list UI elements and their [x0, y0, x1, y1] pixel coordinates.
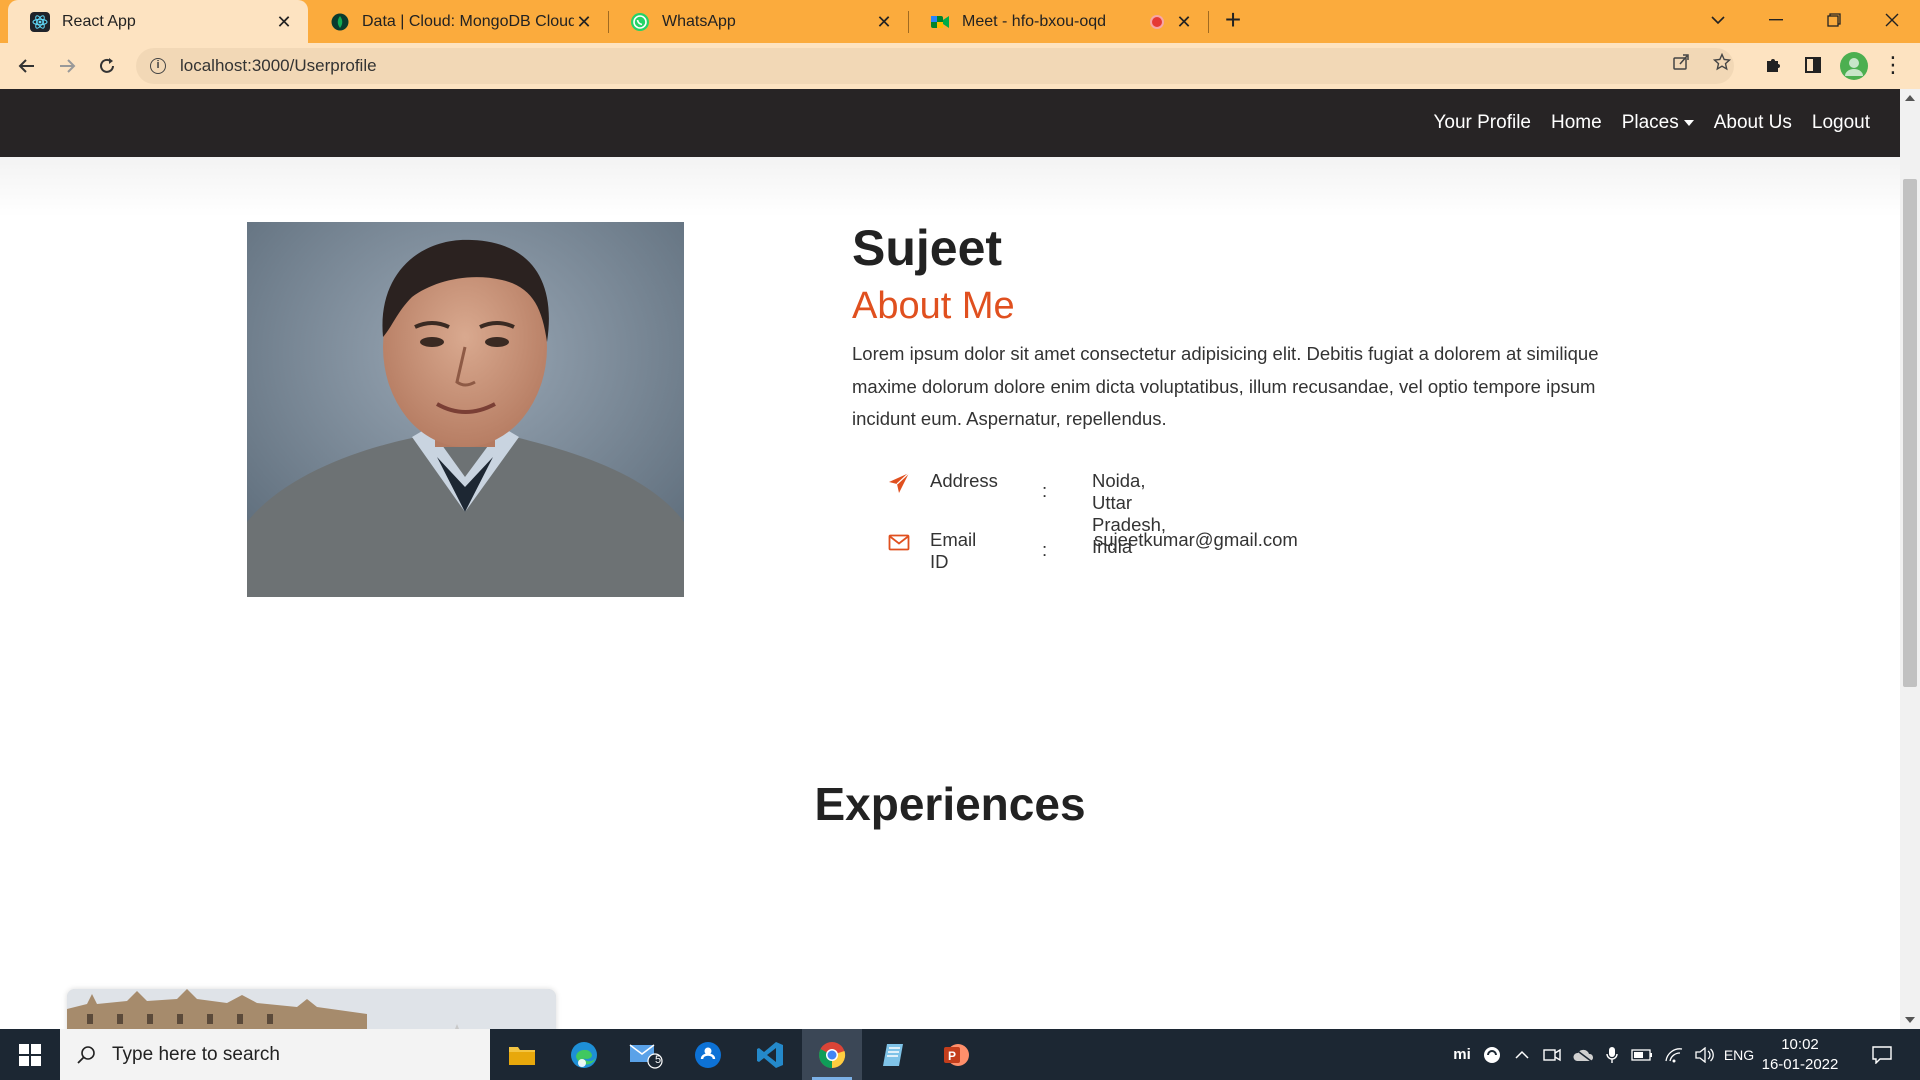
mongodb-leaf-icon	[330, 12, 350, 32]
close-tab-icon[interactable]: ✕	[574, 12, 594, 32]
clock-date: 16-01-2022	[1761, 1056, 1839, 1073]
show-hidden-icons-chevron-icon[interactable]	[1508, 1029, 1536, 1080]
navbar-shadow	[0, 157, 1900, 217]
close-tab-icon[interactable]: ✕	[274, 12, 294, 32]
microphone-icon[interactable]	[1600, 1029, 1624, 1080]
caret-down-icon	[1683, 120, 1694, 126]
edge-browser-icon[interactable]	[554, 1029, 614, 1080]
close-tab-icon[interactable]: ✕	[1174, 12, 1194, 32]
extensions-puzzle-icon[interactable]	[1760, 52, 1786, 78]
reload-button[interactable]	[92, 51, 122, 81]
email-label: Email ID	[930, 529, 977, 572]
tab-title: React App	[62, 12, 136, 30]
sync-app-icon[interactable]	[1478, 1029, 1506, 1080]
notepad-icon[interactable]	[864, 1029, 924, 1080]
powerpoint-icon[interactable]: P	[926, 1029, 986, 1080]
side-panel-icon[interactable]	[1800, 52, 1826, 78]
nav-places-label: Places	[1621, 112, 1679, 133]
file-explorer-icon[interactable]	[492, 1029, 552, 1080]
nav-about-us[interactable]: About Us	[1714, 112, 1792, 134]
tab-search-chevron-icon[interactable]	[1690, 0, 1746, 40]
nav-places-dropdown[interactable]: Places	[1622, 112, 1694, 134]
nav-home[interactable]: Home	[1551, 112, 1602, 134]
browser-tab-bar: React App ✕ Data | Cloud: MongoDB Cloud …	[0, 0, 1920, 43]
profile-avatar[interactable]	[1840, 52, 1868, 80]
forward-button[interactable]	[52, 51, 82, 81]
start-button[interactable]	[0, 1029, 60, 1080]
experiences-heading: Experiences	[814, 778, 1086, 830]
nav-your-profile[interactable]: Your Profile	[1433, 112, 1531, 134]
address-label: Address	[930, 470, 998, 491]
profile-photo	[247, 222, 684, 597]
mail-badge: 5	[655, 1054, 662, 1066]
chrome-menu-icon[interactable]: ⋮	[1880, 52, 1906, 78]
react-icon	[30, 11, 50, 32]
back-button[interactable]	[12, 51, 42, 81]
onedrive-icon[interactable]	[1568, 1029, 1598, 1080]
vscode-icon[interactable]	[740, 1029, 800, 1080]
svg-text:P: P	[948, 1049, 956, 1063]
search-placeholder: Type here to search	[112, 1043, 280, 1065]
recording-indicator-icon	[1150, 14, 1164, 29]
email-separator: :	[1042, 539, 1048, 560]
azure-data-studio-icon[interactable]	[678, 1029, 738, 1080]
site-navbar: Your Profile Home Places About Us Logout	[0, 89, 1900, 157]
whatsapp-icon	[630, 12, 650, 32]
restore-button[interactable]	[1806, 0, 1862, 40]
tab-whatsapp[interactable]: WhatsApp ✕	[608, 0, 908, 43]
page-scrollbar[interactable]	[1900, 89, 1920, 1029]
taskbar-search[interactable]: Type here to search	[60, 1029, 490, 1080]
tab-title: Data | Cloud: MongoDB Cloud	[362, 12, 574, 30]
profile-bio: Lorem ipsum dolor sit amet consectetur a…	[852, 343, 1599, 429]
windows-taskbar: Type here to search 5 P mi ENG 10:02 16-…	[0, 1029, 1920, 1080]
envelope-icon	[888, 531, 910, 553]
about-me-heading: About Me	[852, 285, 1015, 327]
tab-title: Meet - hfo-bxou-oqd	[962, 12, 1107, 30]
profile-name: Sujeet	[852, 220, 1003, 276]
mail-icon[interactable]: 5	[616, 1029, 676, 1080]
tab-title: WhatsApp	[662, 12, 736, 30]
close-window-button[interactable]	[1864, 0, 1920, 40]
scrollbar-thumb[interactable]	[1903, 179, 1917, 687]
meet-now-camera-icon[interactable]	[1538, 1029, 1566, 1080]
share-icon[interactable]	[1670, 51, 1692, 73]
search-icon	[76, 1045, 96, 1065]
scroll-down-arrow-icon[interactable]	[1905, 1017, 1915, 1023]
tab-mongodb[interactable]: Data | Cloud: MongoDB Cloud ✕	[308, 0, 608, 43]
clock-time: 10:02	[1781, 1036, 1819, 1053]
google-meet-icon	[930, 12, 950, 32]
taskbar-clock[interactable]: 10:02 16-01-2022	[1760, 1035, 1840, 1075]
scroll-up-arrow-icon[interactable]	[1905, 95, 1915, 101]
browser-toolbar: i localhost:3000/Userprofile ⋮	[0, 43, 1920, 89]
url-text: localhost:3000/Userprofile	[180, 56, 377, 75]
minimize-button[interactable]	[1748, 0, 1804, 40]
volume-icon[interactable]	[1690, 1029, 1718, 1080]
site-info-icon[interactable]: i	[150, 58, 166, 74]
paper-plane-icon	[888, 472, 910, 494]
close-tab-icon[interactable]: ✕	[874, 12, 894, 32]
email-value: sujeetkumar@gmail.com	[1094, 529, 1298, 550]
nav-logout[interactable]: Logout	[1812, 112, 1870, 134]
tab-react-app[interactable]: React App ✕	[8, 0, 308, 43]
web-page: Your Profile Home Places About Us Logout	[0, 89, 1900, 1029]
wifi-icon[interactable]	[1660, 1029, 1688, 1080]
new-tab-button[interactable]: +	[1218, 6, 1248, 36]
bookmark-star-icon[interactable]	[1711, 51, 1733, 73]
chrome-icon[interactable]	[802, 1029, 862, 1080]
experience-card-image[interactable]	[67, 989, 556, 1029]
address-bar[interactable]: i localhost:3000/Userprofile	[136, 48, 1734, 84]
battery-icon[interactable]	[1628, 1029, 1656, 1080]
address-separator: :	[1042, 480, 1048, 501]
tab-meet[interactable]: Meet - hfo-bxou-oqd ✕	[908, 0, 1208, 43]
mi-share-icon[interactable]: mi	[1448, 1029, 1476, 1080]
notifications-icon[interactable]	[1862, 1029, 1902, 1080]
language-indicator[interactable]: ENG	[1720, 1029, 1758, 1080]
